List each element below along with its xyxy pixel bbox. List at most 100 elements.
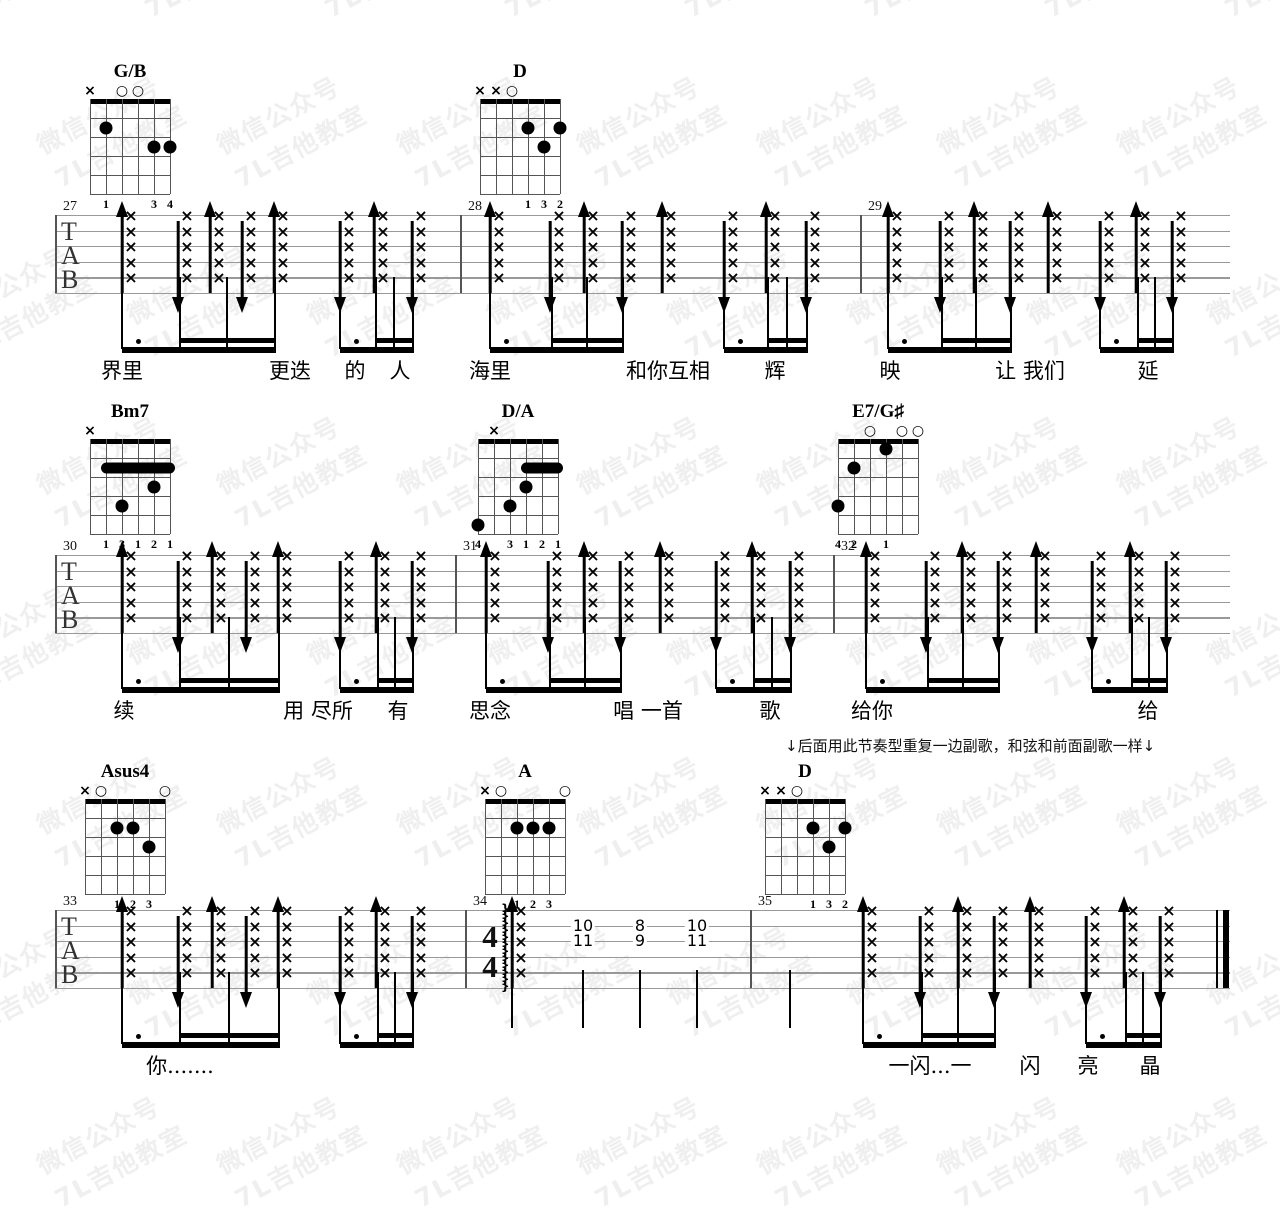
measure-number: 28 — [468, 199, 482, 214]
rhythm-stem — [278, 617, 281, 689]
tab-barline — [833, 555, 836, 633]
lyric-syllable: 给 — [1137, 699, 1159, 723]
chord-finger-dot — [838, 821, 852, 834]
lyric-syllable: 思念 — [469, 699, 511, 723]
chord-string-line — [565, 799, 567, 894]
chord-open-mark-open: ○ — [790, 783, 804, 799]
lyric-syllable: 界里 — [101, 359, 143, 383]
chord-open-marks: × × ○ — [759, 783, 845, 799]
chord-string-line — [485, 799, 487, 894]
rhythm-stem — [806, 277, 809, 349]
chord-fret-line — [480, 175, 560, 177]
rhythm-stem — [1091, 617, 1094, 689]
chord-diagram-Asus4: Asus4 × ○ ○ 1 2 3 — [79, 762, 171, 912]
strum-arrow-up — [1129, 201, 1143, 293]
chord-fret-line — [480, 156, 560, 158]
rhythm-stem — [975, 277, 978, 349]
strum-arrow-up — [369, 896, 383, 988]
strum-arrow-head-up — [654, 541, 666, 557]
strum-arrow-head-up — [268, 201, 280, 217]
chord-fret-line — [478, 515, 558, 517]
chord-string-line — [854, 439, 856, 534]
rhythm-stem — [786, 277, 789, 349]
rhythm-stem — [228, 972, 231, 1044]
chord-open-mark-open: ○ — [558, 783, 572, 799]
chord-string-line — [501, 799, 503, 894]
strum-arrow-up — [1123, 541, 1137, 633]
chord-nut — [838, 439, 918, 444]
chord-nut — [478, 439, 558, 444]
chord-string-line — [517, 799, 519, 894]
strum-arrow-shaft — [240, 221, 244, 301]
rhythm-stem — [921, 972, 924, 1044]
chord-finger-dot — [831, 499, 845, 512]
final-barline-thick — [1223, 910, 1229, 988]
chord-string-line — [549, 799, 551, 894]
strum-arrow-head-up — [952, 896, 964, 912]
strum-arrow-down — [541, 561, 555, 653]
rhythm-beam-primary — [122, 347, 276, 353]
lyric-syllable: 海里 — [469, 359, 511, 383]
chord-nut — [90, 99, 170, 104]
chord-nut — [480, 99, 560, 104]
tab-fret-number: 11 — [570, 931, 596, 951]
chord-string-line — [496, 99, 498, 194]
rhythm-stem — [339, 617, 342, 689]
lyric-syllable: 辉 — [764, 359, 786, 383]
rhythm-stem — [1131, 617, 1134, 689]
rhythm-augmentation-dot — [902, 339, 907, 344]
chord-finger-dot — [510, 821, 524, 834]
chord-open-mark-mute: × — [84, 83, 96, 99]
rhythm-stem — [620, 617, 623, 689]
rhythm-stem — [584, 617, 587, 689]
rhythm-stem — [957, 972, 960, 1044]
strum-arrow-head-up — [1118, 896, 1130, 912]
lyric-syllable: 晶 — [1139, 1054, 1161, 1078]
rhythm-stem — [339, 277, 342, 349]
strum-arrow-head-up — [760, 201, 772, 217]
tab-barline — [465, 910, 468, 988]
rhythm-stem — [377, 617, 380, 689]
tab-left-barline — [55, 215, 58, 293]
chord-open-mark-mute: × — [479, 783, 491, 799]
strum-arrow-head-up — [480, 541, 492, 557]
chord-open-marks: × ○ ○ — [479, 784, 571, 799]
measure-number: 35 — [758, 894, 772, 909]
measure-number: 32 — [841, 539, 855, 554]
note-stem — [789, 970, 792, 1028]
chord-string-line — [845, 799, 847, 894]
chord-open-marks: ○ ○ ○ — [838, 424, 924, 439]
chord-string-line — [106, 439, 108, 534]
chord-string-line — [918, 439, 920, 534]
chord-string-line — [170, 439, 172, 534]
chord-finger-dot — [553, 121, 567, 134]
rhythm-stem — [1172, 277, 1175, 349]
chord-string-line — [138, 99, 140, 194]
chord-fret-line — [838, 477, 918, 479]
strum-arrow-down — [171, 221, 185, 313]
strum-arrow-shaft — [658, 553, 662, 633]
strum-arrow-head-up — [578, 201, 590, 217]
lyric-syllable: 唱 一首 — [613, 699, 683, 723]
strum-arrow-head-down — [920, 637, 932, 653]
strum-arrow-head-up — [272, 541, 284, 557]
rhythm-stem — [226, 277, 229, 349]
strum-arrow-head-up — [370, 896, 382, 912]
rhythm-stem — [121, 972, 124, 1044]
rhythm-stem — [551, 277, 554, 349]
strum-arrow-head-down — [172, 992, 184, 1008]
lyric-syllable: 歌 — [759, 699, 781, 723]
chord-fret-line — [85, 875, 165, 877]
chord-fret-line — [765, 818, 845, 820]
lyric-syllable: 的 — [344, 359, 366, 383]
strum-arrow-down — [919, 561, 933, 653]
chord-fret-line — [480, 137, 560, 139]
chord-fret-line — [90, 477, 170, 479]
chord-fret-line — [838, 515, 918, 517]
note-stem — [511, 970, 514, 1028]
strum-arrow-head-up — [656, 201, 668, 217]
chord-open-marks: × ○ ○ — [84, 84, 170, 99]
strum-arrow-down — [235, 221, 249, 313]
strum-arrow-head-up — [882, 201, 894, 217]
rhythm-stem — [1125, 972, 1128, 1044]
